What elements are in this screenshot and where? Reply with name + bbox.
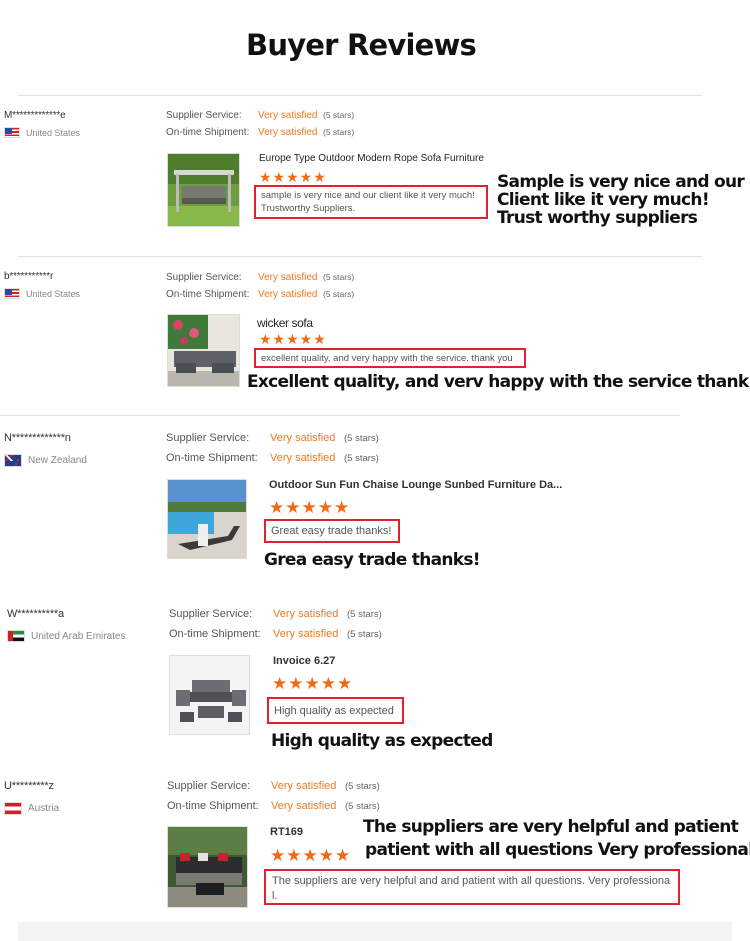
product-image[interactable] [167,479,247,559]
star-rating: ★★★★★ [259,169,327,185]
country-label: United Arab Emirates [31,630,126,642]
buyer-country: United States [4,288,80,299]
bottom-bar [18,922,732,941]
star-rating: ★★★★★ [259,331,327,347]
translation-line: Sample is very nice and our [497,172,745,192]
austria-flag-icon [4,802,22,815]
shipment-label: On-time Shipment: [167,800,259,812]
buyer-name: b***********r [4,271,54,282]
shipment-stars: (5 stars) [344,453,379,464]
translation-line: Excellent quality, and verv happy with t… [247,372,750,392]
supplier-service-row: Supplier Service: Very satisfied (5 stars) [167,780,380,792]
supplier-service-label: Supplier Service: [169,608,253,620]
shipment-label: On-time Shipment: [166,452,258,464]
buyer-country: United States [4,127,80,138]
supplier-service-row: Supplier Service: Very satisfied (5 stars) [169,608,382,620]
supplier-service-label: Supplier Service: [166,272,242,283]
buyer-country: Austria [4,802,59,815]
translation-line: The suppliers are very helpful and patie… [363,817,739,837]
shipment-stars: (5 stars) [347,629,382,640]
supplier-service-row: Supplier Service: Very satisfied (5 stars) [166,272,354,283]
shipment-label: On-time Shipment: [169,628,261,640]
outdoor-sectional-photo [168,827,247,907]
translation-line: patient with all questions Very professi… [365,840,750,860]
us-flag-icon [4,127,20,138]
shipment-value: Very satisfied [270,452,336,464]
translation-line: High quality as expected [271,731,493,751]
shipment-stars: (5 stars) [345,801,380,812]
product-title[interactable]: Invoice 6.27 [273,655,335,667]
uae-flag-icon [7,630,25,642]
star-rating: ★★★★★ [269,498,351,517]
supplier-service-value: Very satisfied [258,110,318,121]
comment-box: sample is very nice and our client like … [254,185,488,219]
product-image[interactable] [167,826,248,908]
shipment-label: On-time Shipment: [166,127,250,138]
top-divider [18,95,702,96]
product-image[interactable] [169,655,250,735]
shipment-row: On-time Shipment: Very satisfied (5 stars) [166,452,379,464]
shipment-label: On-time Shipment: [166,289,250,300]
supplier-service-label: Supplier Service: [166,110,242,121]
supplier-service-stars: (5 stars) [344,433,379,444]
supplier-service-value: Very satisfied [273,608,339,620]
buyer-country: United Arab Emirates [7,630,126,642]
page-title: Buyer Reviews [246,28,477,62]
comment-box: High quality as expected [267,697,404,724]
shipment-value: Very satisfied [258,289,318,300]
shipment-row: On-time Shipment: Very satisfied (5 stars) [167,800,380,812]
product-title[interactable]: RT169 [270,826,303,838]
shipment-value: Very satisfied [273,628,339,640]
swing-sofa-photo [168,154,239,226]
translation-line: Grea easy trade thanks! [264,550,481,570]
buyer-name: W**********a [7,608,64,620]
shipment-stars: (5 stars) [323,289,355,299]
shipment-stars: (5 stars) [323,127,355,137]
translation-line: Client like it very much! [497,190,710,210]
country-label: New Zealand [28,455,87,466]
product-image[interactable] [167,153,240,227]
star-rating: ★★★★★ [270,846,352,865]
shipment-row: On-time Shipment: Very satisfied (5 stars) [166,127,354,138]
supplier-service-stars: (5 stars) [323,110,355,120]
review-divider [0,415,680,416]
country-label: United States [26,127,81,138]
wicker-sofa-photo [168,315,239,386]
product-image[interactable] [167,314,240,387]
translation-line: Trust worthy suppliers [497,208,698,228]
buyer-name: M*************e [4,110,66,121]
product-title[interactable]: Europe Type Outdoor Modern Rope Sofa Fur… [259,153,484,164]
supplier-service-value: Very satisfied [271,780,337,792]
supplier-service-label: Supplier Service: [167,780,251,792]
shipment-row: On-time Shipment: Very satisfied (5 stars) [166,289,354,300]
comment-box: Great easy trade thanks! [264,519,400,543]
shipment-row: On-time Shipment: Very satisfied (5 stars) [169,628,382,640]
comment-box: The suppliers are very helpful and and p… [264,869,680,905]
buyer-name: N*************n [4,432,71,444]
supplier-service-label: Supplier Service: [166,432,250,444]
nz-flag-icon [4,454,22,467]
supplier-service-stars: (5 stars) [345,781,380,792]
us-flag-icon [4,288,20,299]
supplier-service-row: Supplier Service: Very satisfied (5 stars) [166,110,354,121]
supplier-service-stars: (5 stars) [323,272,355,282]
sunbed-pool-photo [168,480,246,558]
product-title[interactable]: wicker sofa [257,316,313,330]
country-label: Austria [28,803,60,814]
supplier-service-stars: (5 stars) [347,609,382,620]
supplier-service-value: Very satisfied [270,432,336,444]
star-rating: ★★★★★ [272,674,354,693]
supplier-service-value: Very satisfied [258,272,318,283]
product-title[interactable]: Outdoor Sun Fun Chaise Lounge Sunbed Fur… [269,479,562,491]
country-label: United States [26,288,81,299]
buyer-country: New Zealand [4,454,87,467]
shipment-value: Very satisfied [271,800,337,812]
shipment-value: Very satisfied [258,127,318,138]
comment-box: excellent quality, and very happy with t… [254,348,526,368]
patio-set-photo [170,656,249,734]
review-divider [18,256,702,257]
supplier-service-row: Supplier Service: Very satisfied (5 stars) [166,432,379,444]
buyer-name: U*********z [4,780,54,792]
